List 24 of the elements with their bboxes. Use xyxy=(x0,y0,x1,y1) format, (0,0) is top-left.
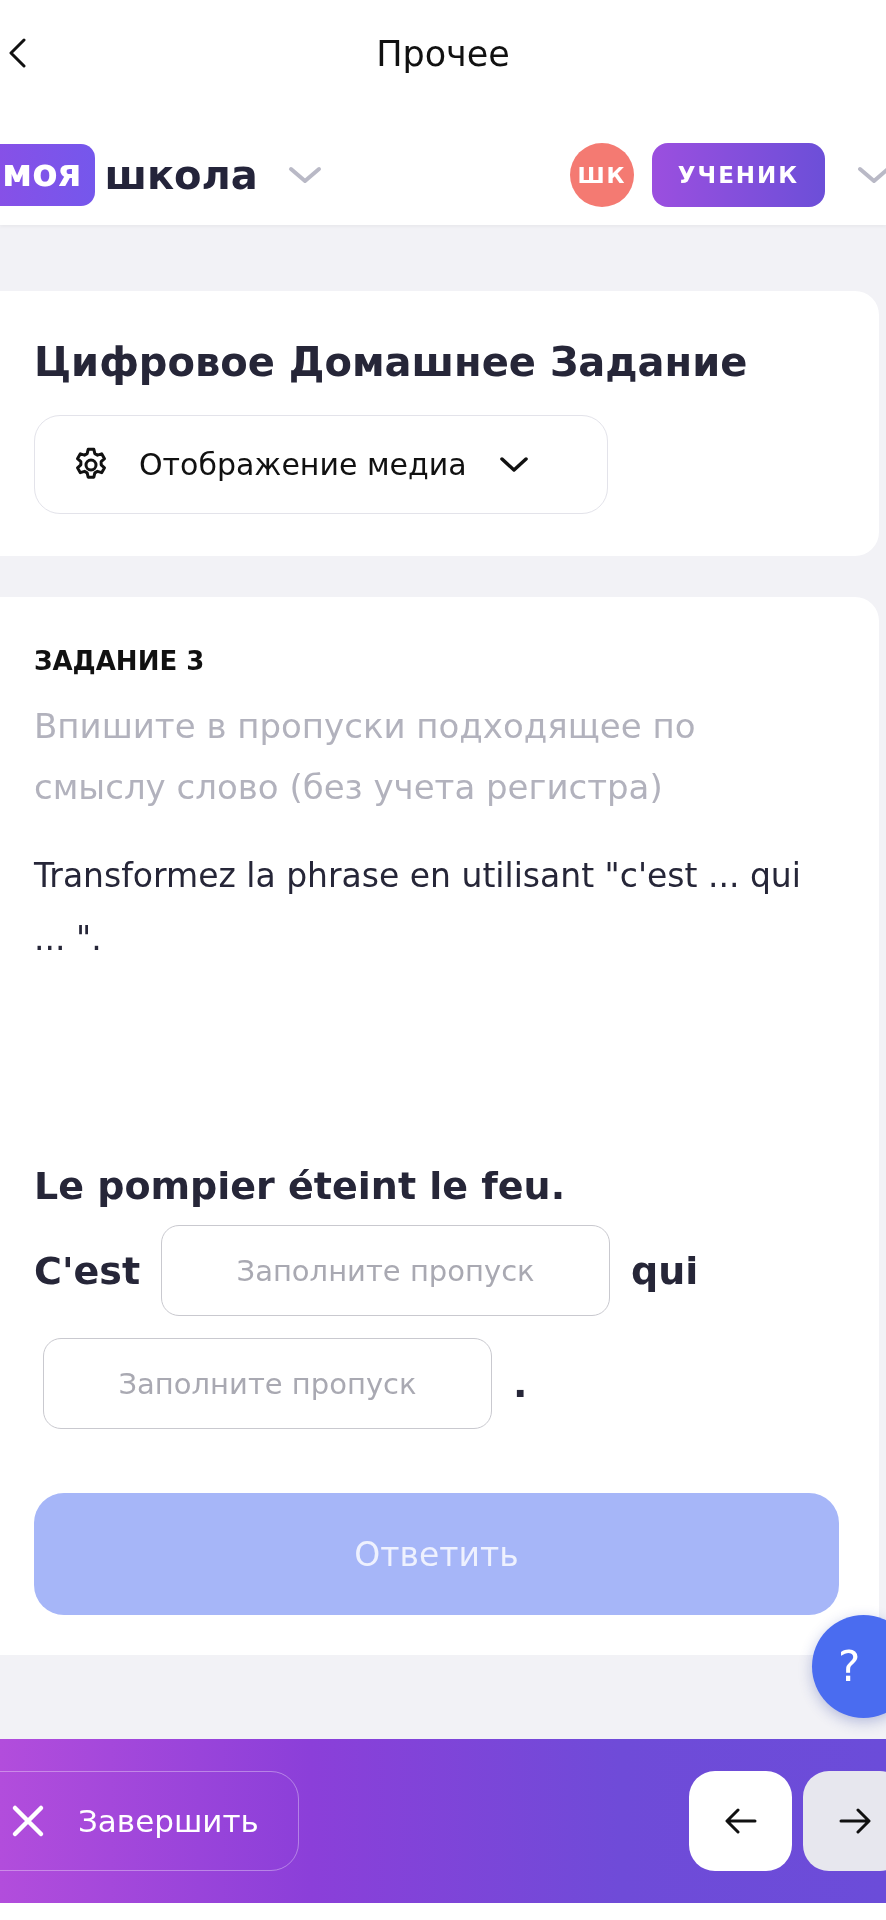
back-icon[interactable] xyxy=(8,38,26,68)
close-icon xyxy=(11,1804,45,1838)
page-title: Прочее xyxy=(376,34,510,74)
task-sentence: Le pompier éteint le feu. xyxy=(34,1163,567,1210)
course-title: Цифровое Домашнее Задание xyxy=(34,338,749,387)
finish-button[interactable]: Завершить xyxy=(0,1771,299,1871)
task-hint: Впишите в пропуски подходящее по смыслу слово (без учета регистра) xyxy=(34,705,697,809)
task-number: ЗАДАНИЕ 3 xyxy=(34,645,206,677)
logo-badge: моя xyxy=(0,144,96,206)
previous-button[interactable] xyxy=(689,1771,792,1871)
media-dropdown[interactable]: Отображение медиа xyxy=(34,415,608,514)
chevron-down-icon xyxy=(498,455,529,474)
arrow-left-icon xyxy=(724,1808,757,1834)
sentence-word: C'est xyxy=(34,1247,141,1295)
avatar[interactable]: ШК xyxy=(570,143,634,207)
input-field[interactable]: Заполните пропуск xyxy=(43,1338,492,1429)
arrow-right-icon xyxy=(838,1808,871,1834)
logo-text: школа xyxy=(104,152,258,198)
sentence-word: qui xyxy=(631,1247,699,1295)
input-field[interactable]: Заполните пропуск xyxy=(161,1225,611,1316)
sentence-word: . xyxy=(513,1360,528,1408)
help-button[interactable]: ? xyxy=(812,1615,886,1718)
task-instruction: Transformez la phrase en utilisant "c'est ... qui ... ". xyxy=(34,855,802,960)
role-badge[interactable]: УЧЕНИК xyxy=(652,143,825,207)
